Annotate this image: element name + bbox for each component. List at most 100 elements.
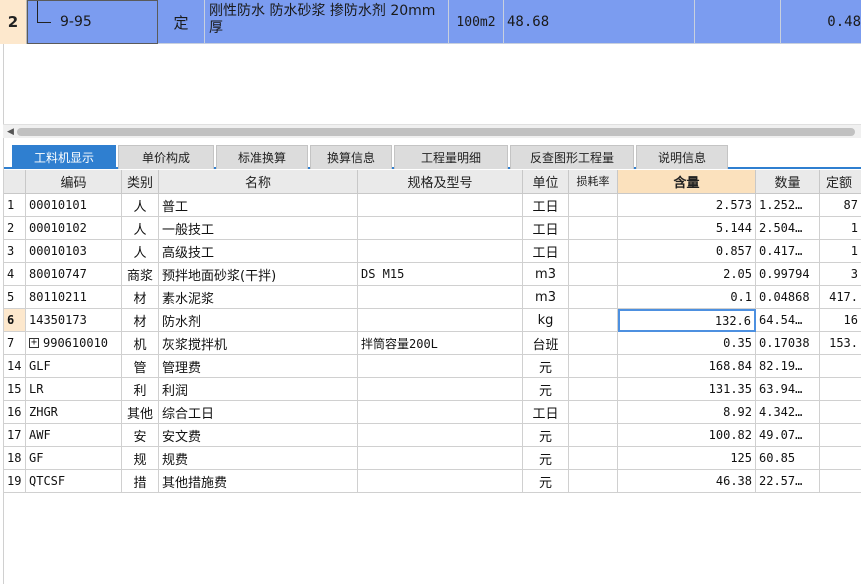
item-category[interactable]: 管 (122, 355, 159, 378)
item-code[interactable]: ZHGR (26, 401, 122, 424)
item-code[interactable]: GLF (26, 355, 122, 378)
item-content[interactable]: 0.1 (618, 286, 756, 309)
item-code[interactable]: 00010103 (26, 240, 122, 263)
table-row[interactable]: 17 AWF 安安文费 元 100.82 49.07… (4, 424, 861, 447)
table-row[interactable]: 16 ZHGR 其他 综合工日 工日 8.92 4.342… (4, 401, 861, 424)
item-code[interactable]: 00010101 (26, 194, 122, 217)
horizontal-scrollbar[interactable]: ◀ (3, 124, 861, 138)
item-unit[interactable]: 元 (523, 424, 569, 447)
item-name[interactable]: 利润 (159, 378, 358, 401)
item-loss-rate[interactable] (569, 217, 618, 240)
item-content[interactable]: 2.05 (618, 263, 756, 286)
item-loss-rate[interactable] (569, 332, 618, 355)
item-category[interactable]: 其他 (122, 401, 159, 424)
item-quantity[interactable]: 49.07… (756, 424, 820, 447)
item-name[interactable]: 灰浆搅拌机 (159, 332, 358, 355)
item-code[interactable]: 80010747 (26, 263, 122, 286)
item-category[interactable]: 材 (122, 309, 159, 332)
table-row[interactable]: 15 LR 利利润 元 131.35 63.94… (4, 378, 861, 401)
tab-conversion-info[interactable]: 换算信息 (310, 145, 392, 169)
quota-type[interactable]: 定 (158, 0, 205, 44)
item-code[interactable]: AWF (26, 424, 122, 447)
item-quota[interactable] (820, 401, 861, 424)
item-category[interactable]: 规 (122, 447, 159, 470)
item-category[interactable]: 商浆 (122, 263, 159, 286)
item-unit[interactable]: kg (523, 309, 569, 332)
item-name[interactable]: 管理费 (159, 355, 358, 378)
table-row[interactable]: 7 +990610010 机灰浆搅拌机 拌筒容量200L 台班 0.35 0.17038 15… (4, 332, 861, 355)
item-spec[interactable]: DS M15 (358, 263, 523, 286)
tab-quantity-detail[interactable]: 工程量明细 (394, 145, 508, 169)
quota-code-cell[interactable]: 9-95 (27, 0, 158, 44)
tab-labor-material-machine[interactable]: 工料机显示 (12, 145, 116, 169)
item-spec[interactable] (358, 240, 523, 263)
item-content[interactable]: 132.6 (618, 309, 756, 332)
header-category[interactable]: 类别 (122, 170, 159, 194)
item-category[interactable]: 材 (122, 286, 159, 309)
item-name[interactable]: 其他措施费 (159, 470, 358, 493)
item-spec[interactable] (358, 424, 523, 447)
table-row[interactable]: 6 14350173 材防水剂 kg 132.6 64.54… 16 (4, 309, 861, 332)
item-category[interactable]: 措 (122, 470, 159, 493)
item-content[interactable]: 8.92 (618, 401, 756, 424)
quota-unit[interactable]: 100m2 (449, 0, 504, 44)
item-loss-rate[interactable] (569, 263, 618, 286)
item-loss-rate[interactable] (569, 194, 618, 217)
item-quantity[interactable]: 2.504… (756, 217, 820, 240)
item-code[interactable]: GF (26, 447, 122, 470)
item-spec[interactable] (358, 401, 523, 424)
tab-reverse-lookup[interactable]: 反查图形工程量 (510, 145, 634, 169)
item-quantity[interactable]: 63.94… (756, 378, 820, 401)
item-name[interactable]: 防水剂 (159, 309, 358, 332)
item-spec[interactable] (358, 286, 523, 309)
quota-extra-cell[interactable] (695, 0, 781, 44)
item-loss-rate[interactable] (569, 424, 618, 447)
item-unit[interactable]: 工日 (523, 217, 569, 240)
item-quota[interactable]: 417. (820, 286, 861, 309)
quota-quantity[interactable]: 48.68 (504, 0, 695, 44)
item-quantity[interactable]: 64.54… (756, 309, 820, 332)
item-unit[interactable]: 台班 (523, 332, 569, 355)
header-quantity[interactable]: 数量 (756, 170, 820, 194)
selected-quota-row[interactable]: 2 9-95 定 刚性防水 防水砂浆 掺防水剂 20mm厚 100m2 48.6… (0, 0, 861, 44)
table-row[interactable]: 18 GF 规规费 元 125 60.85 (4, 447, 861, 470)
item-spec[interactable] (358, 194, 523, 217)
item-code[interactable]: 14350173 (26, 309, 122, 332)
item-unit[interactable]: 元 (523, 355, 569, 378)
tab-description[interactable]: 说明信息 (636, 145, 728, 169)
item-unit[interactable]: 工日 (523, 401, 569, 424)
item-content[interactable]: 131.35 (618, 378, 756, 401)
item-name[interactable]: 素水泥浆 (159, 286, 358, 309)
item-quota[interactable]: 87 (820, 194, 861, 217)
item-content[interactable]: 46.38 (618, 470, 756, 493)
header-spec[interactable]: 规格及型号 (358, 170, 523, 194)
item-name[interactable]: 普工 (159, 194, 358, 217)
item-spec[interactable] (358, 378, 523, 401)
item-name[interactable]: 高级技工 (159, 240, 358, 263)
table-row[interactable]: 3 00010103 人高级技工 工日 0.857 0.417… 1 (4, 240, 861, 263)
item-name[interactable]: 预拌地面砂浆(干拌) (159, 263, 358, 286)
item-spec[interactable] (358, 447, 523, 470)
table-row[interactable]: 19 QTCSF 措其他措施费 元 46.38 22.57… (4, 470, 861, 493)
item-loss-rate[interactable] (569, 378, 618, 401)
item-spec[interactable] (358, 355, 523, 378)
item-spec[interactable] (358, 309, 523, 332)
item-code[interactable]: 00010102 (26, 217, 122, 240)
item-content[interactable]: 2.573 (618, 194, 756, 217)
item-content[interactable]: 0.35 (618, 332, 756, 355)
quota-name[interactable]: 刚性防水 防水砂浆 掺防水剂 20mm厚 (205, 0, 449, 44)
item-category[interactable]: 机 (122, 332, 159, 355)
item-quota[interactable] (820, 378, 861, 401)
item-category[interactable]: 安 (122, 424, 159, 447)
scrollbar-thumb[interactable] (17, 128, 855, 136)
item-loss-rate[interactable] (569, 447, 618, 470)
item-quota[interactable]: 1 (820, 217, 861, 240)
item-content[interactable]: 168.84 (618, 355, 756, 378)
tab-unit-price[interactable]: 单价构成 (118, 145, 214, 169)
item-unit[interactable]: m3 (523, 263, 569, 286)
table-row[interactable]: 1 00010101 人普工 工日 2.573 1.252… 87 (4, 194, 861, 217)
item-quantity[interactable]: 4.342… (756, 401, 820, 424)
header-unit[interactable]: 单位 (523, 170, 569, 194)
item-quota[interactable] (820, 447, 861, 470)
item-code[interactable]: LR (26, 378, 122, 401)
